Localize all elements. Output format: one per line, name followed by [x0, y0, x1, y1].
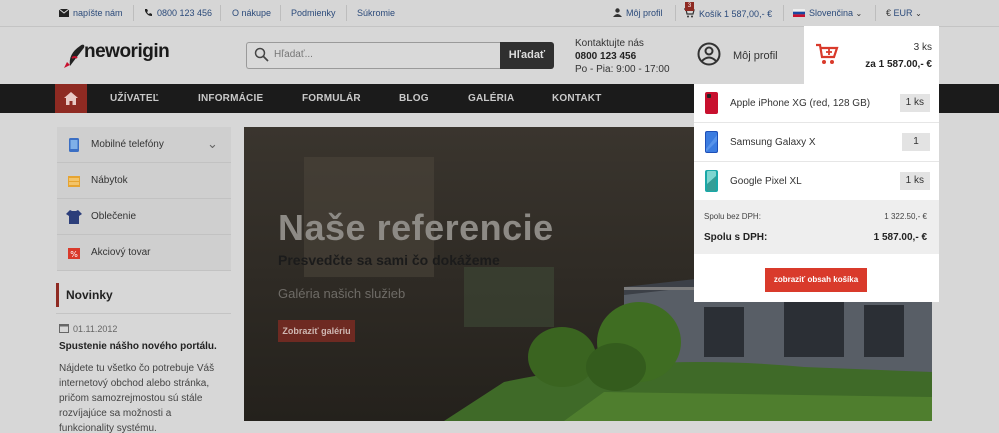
calendar-icon — [59, 324, 69, 333]
divider — [675, 5, 676, 21]
link-podmienky[interactable]: Podmienky — [291, 8, 336, 18]
search-icon — [254, 47, 269, 62]
cart-item[interactable]: Samsung Galaxy X 1 — [694, 123, 939, 162]
news-text: Nájdete tu všetko čo potrebuje Váš inter… — [59, 363, 215, 433]
divider — [56, 313, 231, 314]
news-headline[interactable]: Spustenie nášho nového portálu. — [59, 341, 217, 352]
banner-subtitle-2: Galéria našich služieb — [278, 286, 406, 301]
show-gallery-button[interactable]: Zobraziť galériu — [278, 320, 355, 342]
sidebar-item-label: Akciový tovar — [91, 247, 151, 258]
link-sukromie[interactable]: Súkromie — [357, 8, 395, 18]
home-icon — [64, 92, 78, 105]
cart-icon — [816, 43, 839, 64]
nav-item-galeria[interactable]: GALÉRIA — [468, 93, 514, 104]
divider — [346, 5, 347, 21]
banner-title: Naše referencie — [278, 207, 554, 248]
cart-item[interactable]: Google Pixel XL 1 ks — [694, 162, 939, 201]
nav-item-informacie[interactable]: INFORMÁCIE — [198, 93, 263, 104]
language-select[interactable]: Slovenčina ⌄ — [793, 8, 862, 18]
currency-select[interactable]: € EUR ⌄ — [886, 8, 922, 18]
sidebar-item-oblecenie[interactable]: Oblečenie — [57, 199, 231, 235]
cart-quantity: 3 ks — [913, 42, 932, 53]
envelope-icon — [58, 8, 70, 17]
search-input[interactable] — [274, 49, 484, 60]
news-accent-bar — [56, 283, 59, 307]
sale-tag-icon: % — [68, 248, 80, 259]
contact-hours: Po - Pia: 9:00 - 17:00 — [575, 64, 670, 75]
contact-info: Kontaktujte nás 0800 123 456 Po - Pia: 9… — [575, 37, 670, 76]
cart-item-qty: 1 — [902, 133, 930, 151]
phone-icon — [145, 9, 152, 16]
show-cart-button[interactable]: zobraziť obsah košíka — [765, 268, 867, 292]
nav-item-uzivatel[interactable]: UŽÍVATEĽ — [110, 93, 159, 104]
divider — [280, 5, 281, 21]
contact-phone: 0800 123 456 — [575, 51, 637, 62]
subtotal-label: Spolu bez DPH: — [704, 212, 761, 221]
sidebar-item-label: Mobilné telefóny — [91, 139, 164, 150]
cart-count-badge: 3 — [685, 2, 694, 11]
language-label: Slovenčina — [809, 8, 854, 18]
cart-item[interactable]: Apple iPhone XG (red, 128 GB) 1 ks — [694, 84, 939, 123]
cart-item-name: Samsung Galaxy X — [730, 137, 816, 148]
sidebar-item-label: Oblečenie — [91, 211, 137, 222]
sidebar-item-akciovy-tovar[interactable]: % Akciový tovar — [57, 235, 231, 271]
phone-device-icon — [69, 138, 79, 152]
subtotal-value: 1 322.50,- € — [884, 212, 927, 221]
news-date: 01.11.2012 — [73, 324, 118, 334]
iphone-red-image — [705, 92, 718, 114]
top-profile-label: Môj profil — [626, 8, 663, 18]
divider — [875, 5, 876, 21]
cart-total: za 1 587.00,- € — [865, 59, 932, 70]
chevron-down-icon: ⌄ — [207, 136, 218, 151]
svg-text:%: % — [70, 250, 78, 259]
samsung-phone-image — [705, 131, 718, 153]
pixel-phone-image — [705, 170, 718, 192]
cart-summary — [694, 200, 939, 254]
sidebar-item-label: Nábytok — [91, 175, 128, 186]
user-icon — [613, 8, 622, 17]
top-cart-amount: 1 587,00,- € — [724, 9, 773, 19]
news-title: Novinky — [66, 288, 113, 302]
total-label: Spolu s DPH: — [704, 232, 768, 243]
sidebar-item-mobilne-telefony[interactable]: Mobilné telefóny ⌄ — [57, 127, 231, 163]
divider — [220, 5, 221, 21]
chevron-down-icon: ⌄ — [855, 9, 863, 18]
top-cart-label: Košík — [699, 9, 722, 19]
nav-item-blog[interactable]: BLOG — [399, 93, 429, 104]
user-circle-icon[interactable] — [697, 42, 721, 66]
profile-link[interactable]: Môj profil — [733, 50, 778, 62]
home-button[interactable] — [55, 84, 87, 113]
top-profile-link[interactable]: Môj profil — [613, 8, 663, 18]
cart-item-name: Apple iPhone XG (red, 128 GB) — [730, 98, 871, 109]
cart-item-qty: 1 ks — [899, 94, 930, 112]
euro-icon: € — [886, 8, 892, 18]
divider — [783, 5, 784, 21]
divider — [133, 5, 134, 21]
logo-text[interactable]: neworigin — [84, 41, 170, 63]
nav-item-kontakt[interactable]: KONTAKT — [552, 93, 602, 104]
clothing-icon — [66, 210, 82, 224]
banner-subtitle: Presvedčte sa sami čo dokážeme — [278, 252, 500, 268]
email-label: napíšte nám — [73, 8, 123, 18]
phone-link[interactable]: 0800 123 456 — [144, 8, 212, 18]
slovak-flag-icon — [793, 9, 805, 17]
phone-label: 0800 123 456 — [157, 8, 213, 18]
cart-item-name: Google Pixel XL — [730, 176, 802, 187]
email-link[interactable]: napíšte nám — [58, 8, 123, 18]
top-cart-link[interactable]: Košík 1 587,00,- € — [684, 8, 772, 19]
search-button[interactable]: Hľadať — [500, 42, 554, 69]
total-value: 1 587.00,- € — [873, 232, 927, 243]
nav-item-formular[interactable]: FORMULÁR — [302, 93, 361, 104]
link-o-nakupe[interactable]: O nákupe — [232, 8, 271, 18]
furniture-icon — [68, 176, 80, 187]
contact-title: Kontaktujte nás — [575, 38, 644, 49]
sidebar-item-nabytok[interactable]: Nábytok — [57, 163, 231, 199]
cart-item-qty: 1 ks — [899, 172, 930, 190]
currency-label: EUR — [893, 8, 913, 18]
chevron-down-icon: ⌄ — [915, 9, 922, 18]
